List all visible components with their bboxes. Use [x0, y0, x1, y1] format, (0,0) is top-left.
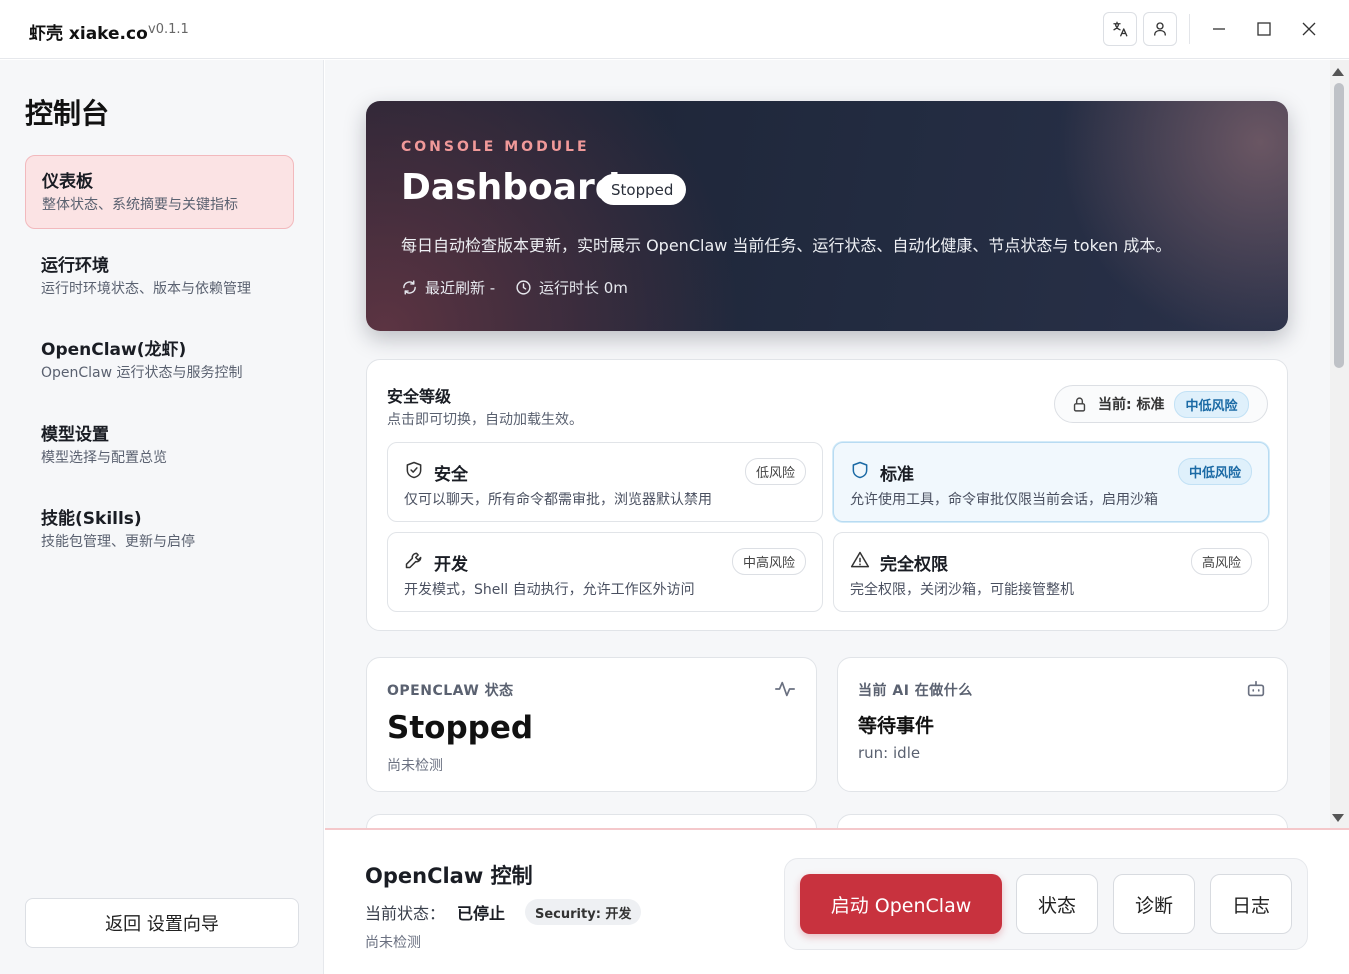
security-option-desc: 允许使用工具，命令审批仅限当前会话，启用沙箱	[850, 492, 1158, 508]
lock-icon	[1073, 396, 1086, 412]
scroll-up-arrow[interactable]	[1332, 68, 1344, 76]
risk-badge: 中低风险	[1177, 458, 1252, 485]
security-option-full[interactable]: 完全权限 高风险 完全权限，关闭沙箱，可能接管整机	[833, 532, 1269, 612]
sidebar-item-skills[interactable]: 技能(Skills) 技能包管理、更新与启停	[25, 493, 294, 567]
openclaw-status-label: OPENCLAW 状态	[387, 683, 514, 699]
security-level-card: 安全等级 点击即可切换，自动加载生效。 当前: 标准 中低风险 安全 低风险 仅…	[366, 359, 1288, 631]
security-option-standard[interactable]: 标准 中低风险 允许使用工具，命令审批仅限当前会话，启用沙箱	[833, 442, 1269, 522]
dashboard-hero: CONSOLE MODULE Dashboard Stopped 每日自动检查版…	[366, 101, 1288, 331]
sidebar-item-desc: 运行时环境状态、版本与依赖管理	[41, 281, 251, 297]
sidebar-item-dashboard[interactable]: 仪表板 整体状态、系统摘要与关键指标	[25, 155, 294, 229]
close-button[interactable]	[1294, 14, 1324, 44]
title-bar: 虾壳 xiake.co v0.1.1	[0, 0, 1349, 59]
uptime: 运行时长 0m	[515, 277, 628, 298]
shield-icon	[852, 461, 868, 479]
status-badge: Stopped	[598, 174, 687, 205]
sidebar-item-label: 仪表板	[42, 172, 93, 192]
security-option-title: 标准	[880, 465, 914, 485]
openclaw-status-card: OPENCLAW 状态 Stopped 尚未检测	[366, 657, 817, 792]
control-actions: 启动 OpenClaw 状态 诊断 日志	[784, 858, 1308, 950]
control-title: OpenClaw 控制	[365, 864, 533, 888]
security-title: 安全等级	[387, 387, 452, 406]
sidebar-item-models[interactable]: 模型设置 模型选择与配置总览	[25, 409, 294, 483]
security-option-dev[interactable]: 开发 中高风险 开发模式，Shell 自动执行，允许工作区外访问	[387, 532, 823, 612]
app-version: v0.1.1	[148, 22, 189, 37]
sidebar-title: 控制台	[25, 97, 110, 130]
ai-activity-label: 当前 AI 在做什么	[858, 683, 973, 699]
security-option-desc: 开发模式，Shell 自动执行，允许工作区外访问	[404, 582, 695, 598]
risk-badge: 中高风险	[731, 548, 806, 575]
openclaw-control-bar: OpenClaw 控制 当前状态： 已停止 Security: 开发 尚未检测 …	[325, 828, 1349, 974]
uptime-text: 运行时长 0m	[539, 279, 628, 297]
sidebar-item-label: 技能(Skills)	[41, 509, 142, 529]
warning-icon	[850, 551, 870, 568]
close-icon	[1302, 22, 1316, 36]
security-option-safe[interactable]: 安全 低风险 仅可以聊天，所有命令都需审批，浏览器默认禁用	[387, 442, 823, 522]
sidebar-item-runtime[interactable]: 运行环境 运行时环境状态、版本与依赖管理	[25, 240, 294, 314]
ai-activity-sub: run: idle	[858, 744, 921, 762]
security-subtitle: 点击即可切换，自动加载生效。	[387, 412, 583, 428]
hero-description: 每日自动检查版本更新，实时展示 OpenClaw 当前任务、运行状态、自动化健康…	[401, 236, 1172, 255]
page-title: Dashboard	[401, 167, 621, 208]
ai-activity-card: 当前 AI 在做什么 等待事件 run: idle	[837, 657, 1288, 792]
sidebar-item-label: 运行环境	[41, 256, 109, 276]
status-button[interactable]: 状态	[1016, 874, 1098, 934]
sidebar: 控制台 仪表板 整体状态、系统摘要与关键指标 运行环境 运行时环境状态、版本与依…	[0, 60, 324, 974]
state-label: 当前状态：	[365, 904, 446, 923]
shield-check-icon	[406, 461, 422, 479]
scrollbar-thumb[interactable]	[1334, 83, 1344, 368]
security-option-title: 安全	[434, 465, 468, 485]
security-badge: Security: 开发	[525, 899, 642, 925]
translate-icon	[1113, 21, 1128, 37]
sidebar-item-label: OpenClaw(龙虾)	[41, 340, 187, 360]
maximize-icon	[1257, 22, 1271, 36]
minimize-button[interactable]	[1204, 14, 1234, 44]
risk-badge: 高风险	[1190, 548, 1252, 575]
user-button[interactable]	[1143, 12, 1177, 46]
start-openclaw-button[interactable]: 启动 OpenClaw	[800, 874, 1002, 934]
security-option-desc: 仅可以聊天，所有命令都需审批，浏览器默认禁用	[404, 492, 712, 508]
sidebar-item-desc: OpenClaw 运行状态与服务控制	[41, 365, 243, 381]
scroll-down-arrow[interactable]	[1332, 814, 1344, 822]
minimize-icon	[1213, 28, 1225, 30]
current-risk-badge: 中低风险	[1174, 390, 1249, 418]
translate-button[interactable]	[1103, 12, 1137, 46]
hero-kicker: CONSOLE MODULE	[401, 139, 590, 155]
ai-activity-value: 等待事件	[858, 715, 935, 737]
sidebar-item-desc: 技能包管理、更新与启停	[41, 534, 195, 550]
sidebar-item-openclaw[interactable]: OpenClaw(龙虾) OpenClaw 运行状态与服务控制	[25, 324, 294, 398]
activity-icon	[775, 681, 795, 697]
current-security-label: 当前: 标准	[1098, 397, 1165, 413]
titlebar-divider	[1189, 14, 1190, 44]
sidebar-item-desc: 模型选择与配置总览	[41, 450, 167, 466]
diagnose-button[interactable]: 诊断	[1113, 874, 1195, 934]
last-refresh-text: 最近刷新 -	[425, 279, 496, 297]
risk-badge: 低风险	[744, 458, 806, 485]
user-icon	[1154, 22, 1166, 36]
security-option-title: 完全权限	[880, 555, 948, 575]
last-refresh: 最近刷新 -	[401, 277, 495, 298]
security-option-title: 开发	[434, 555, 468, 575]
current-security-indicator: 当前: 标准 中低风险	[1054, 385, 1268, 423]
sidebar-item-label: 模型设置	[41, 425, 109, 445]
control-sub: 尚未检测	[365, 935, 421, 951]
wrench-icon	[405, 552, 422, 569]
security-option-desc: 完全权限，关闭沙箱，可能接管整机	[850, 582, 1074, 598]
bot-icon	[1247, 680, 1265, 697]
log-button[interactable]: 日志	[1210, 874, 1292, 934]
sidebar-item-desc: 整体状态、系统摘要与关键指标	[42, 197, 238, 213]
openclaw-status-sub: 尚未检测	[387, 758, 443, 774]
refresh-icon	[403, 280, 416, 295]
back-to-wizard-button[interactable]: 返回 设置向导	[25, 898, 299, 948]
maximize-button[interactable]	[1249, 14, 1279, 44]
clock-icon	[516, 280, 531, 295]
app-title: 虾壳 xiake.co	[29, 24, 148, 44]
state-value: 已停止	[457, 904, 506, 923]
openclaw-status-value: Stopped	[387, 710, 534, 746]
